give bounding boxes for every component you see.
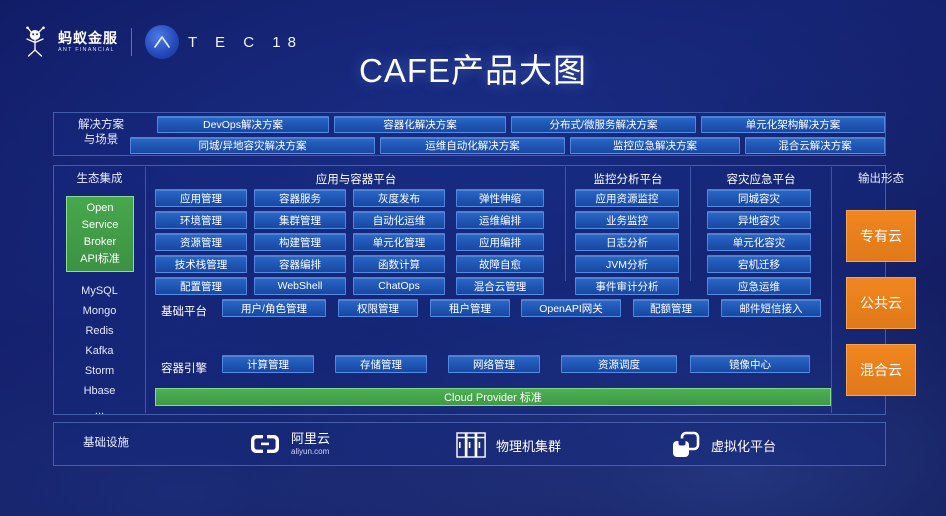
output-label: 输出形态 (858, 173, 904, 185)
list-item[interactable]: Hbase (57, 381, 142, 401)
ecosystem-item-list: MySQL Mongo Redis Kafka Storm Hbase ... (57, 281, 142, 421)
chip-gray-release[interactable]: 灰度发布 (353, 189, 445, 207)
infra-sublabel-aliyun: aliyun.com (291, 447, 330, 456)
chip-remote-dr[interactable]: 异地容灾 (707, 211, 811, 229)
chip-container-service[interactable]: 容器服务 (254, 189, 346, 207)
chip-elastic-scaling[interactable]: 弹性伸缩 (456, 189, 544, 207)
chip-container-orchestration[interactable]: 容器编排 (254, 255, 346, 273)
list-item: ... (94, 405, 105, 417)
osb-line-2: Service (81, 219, 119, 231)
osb-line-1: Open (86, 202, 114, 214)
chip-chatops[interactable]: ChatOps (353, 277, 445, 295)
chip-cluster-management[interactable]: 集群管理 (254, 211, 346, 229)
divider-dr (690, 167, 691, 281)
chip-log-analysis[interactable]: 日志分析 (575, 233, 679, 251)
chip-quota-management[interactable]: 配额管理 (633, 299, 709, 317)
infrastructure-label: 基础设施 (83, 437, 129, 449)
osb-line-4: API标准 (80, 253, 120, 265)
chip-image-registry[interactable]: 镜像中心 (690, 355, 810, 373)
chip-business-monitoring[interactable]: 业务监控 (575, 211, 679, 229)
infra-label-physical-servers: 物理机集群 (496, 438, 562, 454)
chip-storage-management[interactable]: 存储管理 (335, 355, 427, 373)
chip-automated-ops[interactable]: 自动化运维 (353, 211, 445, 229)
chip-build-management[interactable]: 构建管理 (254, 233, 346, 251)
chip-ops-orchestration[interactable]: 运维编排 (456, 211, 544, 229)
solution-chip-disaster-recovery[interactable]: 同城/异地容灾解决方案 (130, 137, 375, 154)
chip-resource-scheduling[interactable]: 资源调度 (561, 355, 677, 373)
section-title-dr: 容灾应急平台 (726, 174, 796, 186)
chip-webshell[interactable]: WebShell (254, 277, 346, 295)
server-rack-icon (456, 432, 486, 458)
aliyun-logo-icon (251, 435, 279, 453)
chip-permission-management[interactable]: 权限管理 (338, 299, 418, 317)
chip-network-management[interactable]: 网络管理 (448, 355, 540, 373)
divider-output (831, 167, 832, 413)
chip-techstack-management[interactable]: 技术栈管理 (155, 255, 247, 273)
chip-self-healing[interactable]: 故障自愈 (456, 255, 544, 273)
infra-item-aliyun[interactable]: 阿里云 aliyun.com (248, 430, 330, 458)
list-item[interactable]: Kafka (57, 341, 142, 361)
chip-compute-management[interactable]: 计算管理 (222, 355, 314, 373)
solution-chip-unitization[interactable]: 单元化架构解决方案 (701, 116, 885, 133)
ecosystem-label: 生态集成 (76, 173, 123, 185)
chip-env-management[interactable]: 环境管理 (155, 211, 247, 229)
list-item[interactable]: Mongo (57, 301, 142, 321)
chip-user-role-management[interactable]: 用户/角色管理 (222, 299, 326, 317)
page-title: CAFE产品大图 (358, 52, 587, 89)
solution-chip-container[interactable]: 容器化解决方案 (334, 116, 506, 133)
chip-app-management[interactable]: 应用管理 (155, 189, 247, 207)
chip-crash-migration[interactable]: 宕机迁移 (707, 255, 811, 273)
list-item[interactable]: MySQL (57, 281, 142, 301)
chip-openapi-gateway[interactable]: OpenAPI网关 (521, 299, 621, 317)
chip-app-orchestration[interactable]: 应用编排 (456, 233, 544, 251)
chip-email-sms-access[interactable]: 邮件短信接入 (721, 299, 821, 317)
ant-financial-name-cn: 蚂蚁金服 (58, 29, 118, 46)
chip-emergency-ops[interactable]: 应急运维 (707, 277, 811, 295)
solution-chip-hybrid-cloud[interactable]: 混合云解决方案 (745, 137, 885, 154)
chip-unitized-dr[interactable]: 单元化容灾 (707, 233, 811, 251)
infra-item-physical-servers[interactable]: 物理机集群 (455, 430, 561, 460)
section-title-monitoring: 监控分析平台 (593, 174, 663, 186)
infra-item-virtualization[interactable]: 虚拟化平台 (670, 430, 776, 460)
chip-config-management[interactable]: 配置管理 (155, 277, 247, 295)
solution-chip-microservice[interactable]: 分布式/微服务解决方案 (511, 116, 696, 133)
cloud-provider-standard-bar: Cloud Provider 标准 (155, 388, 831, 406)
solution-chip-ops-automation[interactable]: 运维自动化解决方案 (380, 137, 565, 154)
output-box-private-cloud[interactable]: 专有云 (846, 210, 916, 262)
solution-chip-monitoring[interactable]: 监控应急解决方案 (570, 137, 740, 154)
output-box-hybrid-cloud[interactable]: 混合云 (846, 344, 916, 396)
virtualization-icon (673, 431, 700, 457)
chip-resource-management[interactable]: 资源管理 (155, 233, 247, 251)
chip-jvm-analysis[interactable]: JVM分析 (575, 255, 679, 273)
infra-label-aliyun: 阿里云 (291, 431, 331, 446)
infra-label-virtualization: 虚拟化平台 (711, 438, 777, 454)
list-item[interactable]: Redis (57, 321, 142, 341)
section-title-app-container: 应用与容器平台 (315, 174, 397, 186)
chip-app-resource-monitoring[interactable]: 应用资源监控 (575, 189, 679, 207)
chip-event-audit-analysis[interactable]: 事件审计分析 (575, 277, 679, 295)
ecosystem-osb-box[interactable]: Open Service Broker API标准 (66, 196, 134, 272)
list-item[interactable]: Storm (57, 361, 142, 381)
chip-unitization-management[interactable]: 单元化管理 (353, 233, 445, 251)
container-engine-label: 容器引擎 (161, 363, 207, 375)
slide-root: 蚂蚁金服 ANT FINANCIAL T E C 18 CAFE产品大图 解决方… (0, 0, 946, 516)
output-box-public-cloud[interactable]: 公共云 (846, 277, 916, 329)
solution-chip-devops[interactable]: DevOps解决方案 (157, 116, 329, 133)
osb-line-3: Broker (83, 236, 117, 248)
base-platform-label: 基础平台 (161, 306, 207, 318)
chip-hybrid-cloud-management[interactable]: 混合云管理 (456, 277, 544, 295)
divider-eco (145, 167, 146, 413)
chip-tenant-management[interactable]: 租户管理 (430, 299, 510, 317)
divider-monitoring (565, 167, 566, 281)
solutions-label-line1: 解决方案 (78, 119, 124, 131)
chip-function-compute[interactable]: 函数计算 (353, 255, 445, 273)
chip-local-dr[interactable]: 同城容灾 (707, 189, 811, 207)
